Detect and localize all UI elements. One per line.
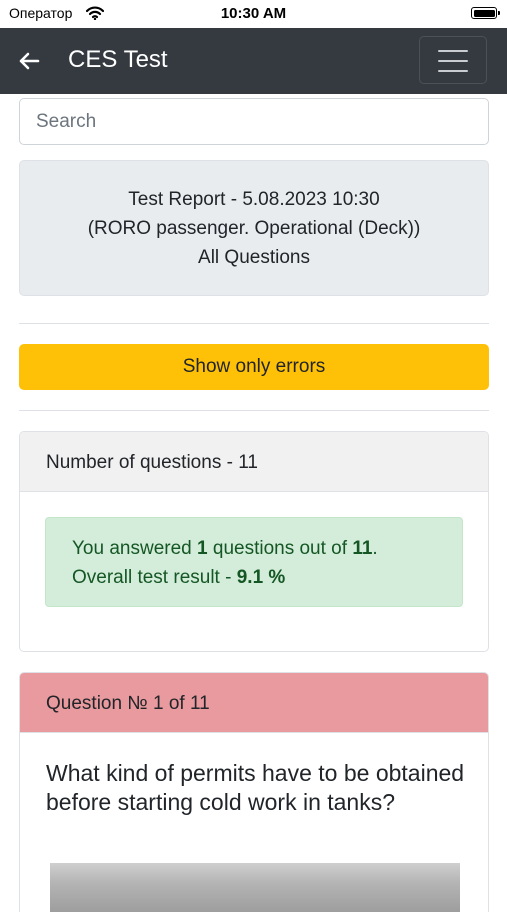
result-value: 9.1 %: [236, 567, 286, 588]
summary-card-header: Number of questions - 11: [20, 432, 488, 492]
hamburger-menu-icon: [438, 50, 468, 52]
arrow-left-icon[interactable]: [18, 50, 40, 72]
question-number: Question № 1 of 11: [46, 693, 210, 714]
menu-button[interactable]: [419, 36, 487, 84]
question-card-header: Question № 1 of 11: [20, 673, 488, 733]
summary-card: Number of questions - 11 You answered 1 …: [19, 431, 489, 652]
question-text: What kind of permits have to be obtained…: [46, 760, 465, 815]
clock: 10:30 AM: [220, 5, 287, 22]
report-scope: All Questions: [198, 247, 310, 268]
question-count: Number of questions - 11: [46, 452, 258, 473]
report-info: Test Report - 5.08.2023 10:30 (RORO pass…: [19, 160, 489, 296]
battery-icon: [471, 7, 500, 19]
answered-count: 1: [197, 538, 208, 559]
status-bar: Оператор 10:30 AM: [0, 0, 507, 28]
page-title: CES Test: [68, 46, 168, 73]
divider: [19, 410, 489, 411]
result-alert: You answered 1 questions out of 11. Over…: [45, 517, 463, 607]
question-card: Question № 1 of 11 What kind of permits …: [19, 672, 489, 912]
divider: [19, 323, 489, 324]
result-text: Overall test result - 9.1 %: [72, 567, 286, 588]
total-count: 11: [352, 538, 373, 559]
question-image: [50, 863, 460, 912]
search-input[interactable]: [19, 98, 489, 145]
report-category: (RORO passenger. Operational (Deck)): [87, 218, 421, 239]
navbar: CES Test: [0, 28, 507, 94]
answered-text: You answered 1 questions out of 11.: [72, 538, 378, 559]
report-title: Test Report - 5.08.2023 10:30: [128, 189, 380, 210]
show-only-errors-button[interactable]: Show only errors: [19, 344, 489, 390]
